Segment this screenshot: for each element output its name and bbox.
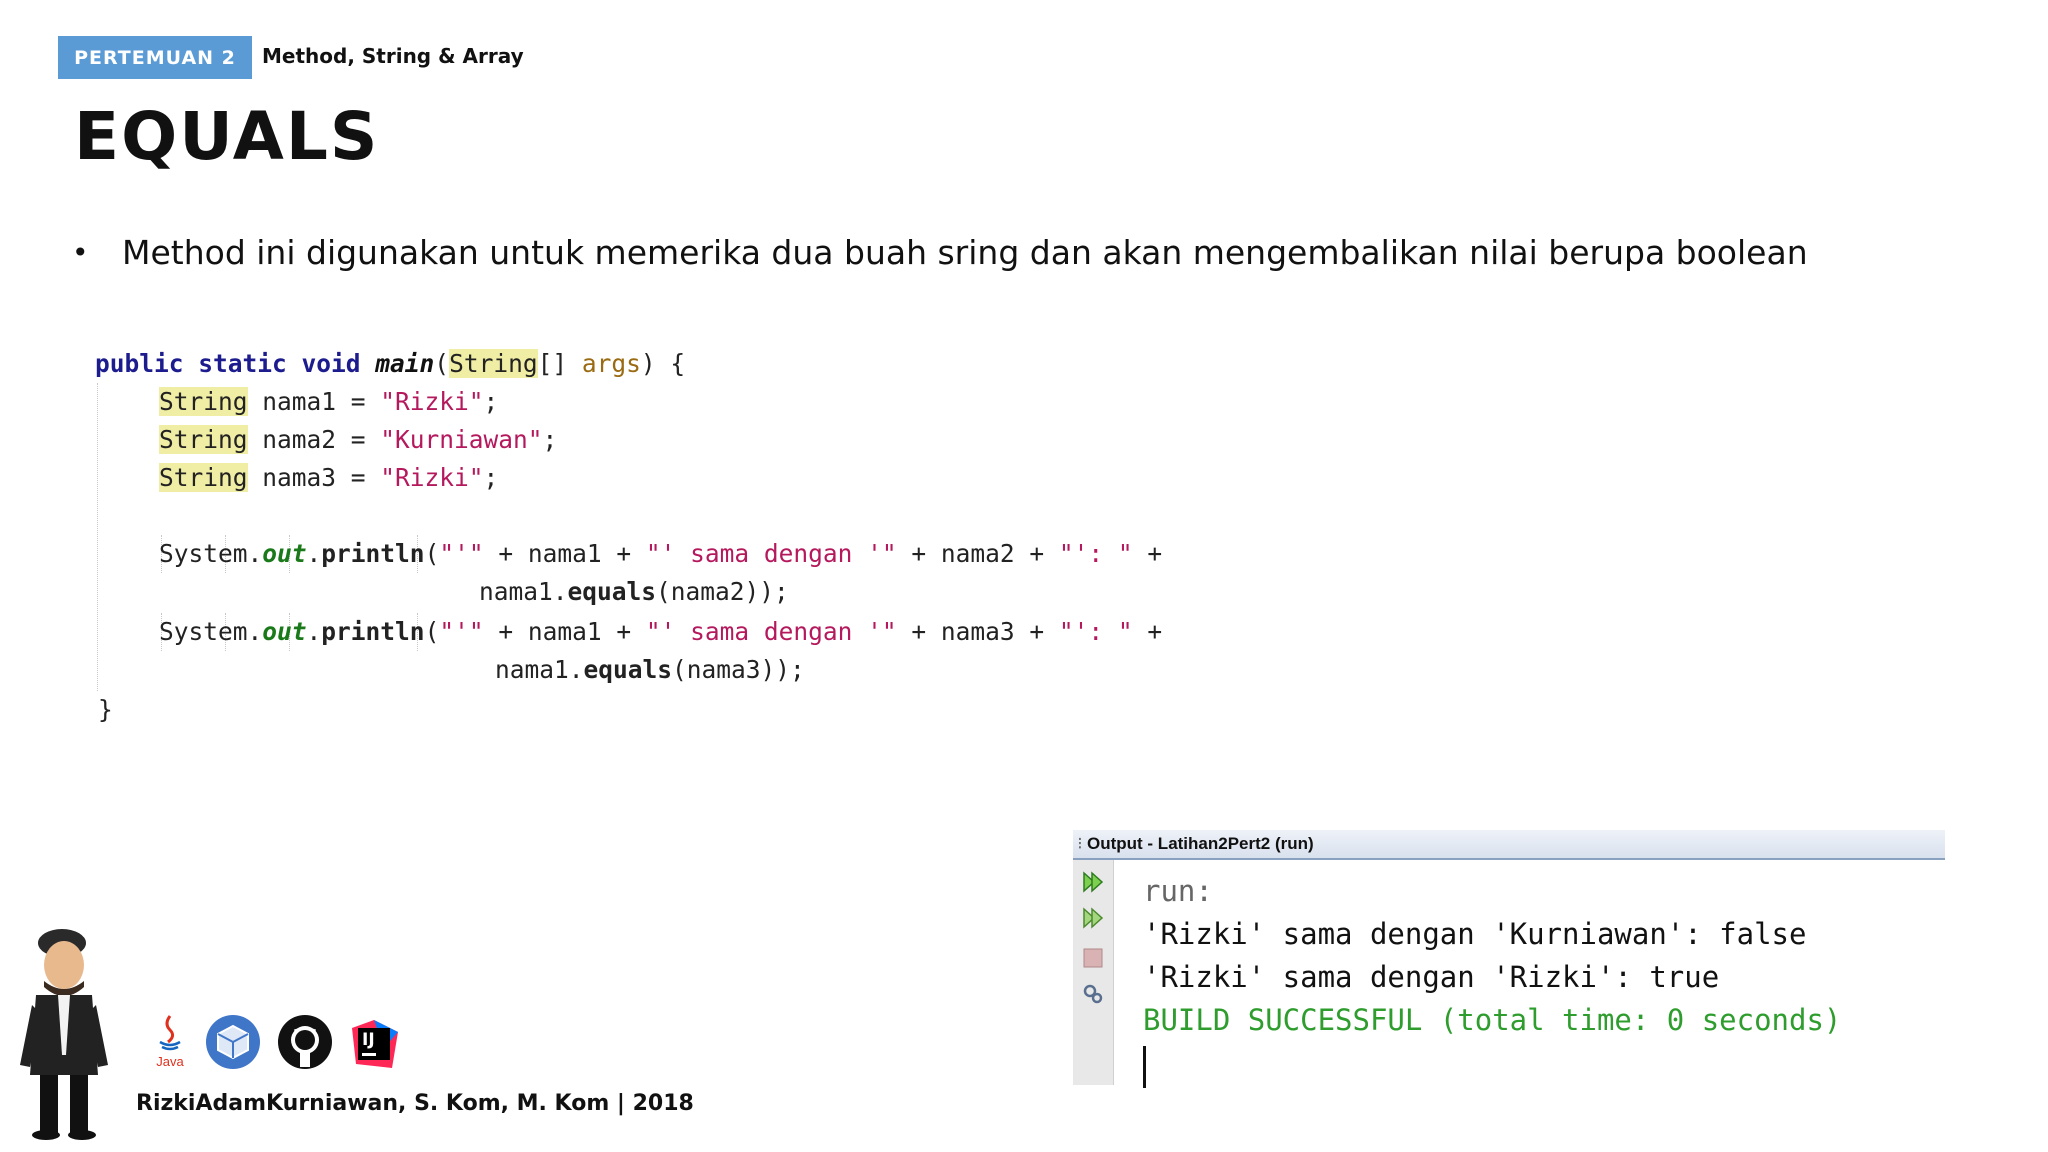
- output-line: 'Rizki' sama dengan 'Kurniawan': false: [1143, 917, 1807, 951]
- code-string: "'": [439, 539, 484, 568]
- code-text: + nama1 +: [483, 617, 646, 646]
- output-text[interactable]: run: 'Rizki' sama dengan 'Kurniawan': fa…: [1143, 870, 1841, 1088]
- code-string: "'": [439, 617, 484, 646]
- code-method: equals: [567, 577, 657, 606]
- java-logo: Java: [150, 1014, 190, 1074]
- code-text: nama3 =: [247, 463, 381, 492]
- code-text: .: [306, 617, 322, 646]
- code-string: "' sama dengan '": [645, 539, 897, 568]
- output-panel-header[interactable]: ⁝ Output - Latihan2Pert2 (run): [1073, 830, 1945, 860]
- code-keyword: public static void: [95, 349, 361, 378]
- code-method: main: [375, 349, 435, 378]
- code-string: "Rizki": [380, 463, 484, 492]
- code-string: "': ": [1058, 617, 1133, 646]
- code-type: String: [159, 425, 248, 454]
- code-line-equals: nama1.equals(nama2));: [479, 573, 789, 611]
- code-text: nama1.: [495, 655, 584, 684]
- java-logo-label: Java: [156, 1054, 184, 1069]
- code-punct: ) {: [640, 349, 686, 378]
- code-text: nama2 =: [247, 425, 381, 454]
- code-punct: []: [537, 349, 582, 378]
- github-logo: [276, 1013, 334, 1075]
- code-line-decl: String nama1 = "Rizki";: [159, 383, 498, 421]
- code-type: String: [449, 349, 538, 378]
- output-toolbar: [1073, 860, 1114, 1085]
- output-line: run:: [1143, 874, 1213, 908]
- code-block: public static void main(String[] args) {…: [95, 345, 1255, 730]
- code-punct: (: [434, 349, 450, 378]
- code-punct: (: [424, 539, 440, 568]
- code-string: "': ": [1058, 539, 1133, 568]
- code-line-println: System.out.println("'" + nama1 + "' sama…: [159, 613, 1162, 651]
- bullet-dot: •: [72, 235, 89, 269]
- indent-guide: [97, 383, 98, 691]
- output-line-build: BUILD SUCCESSFUL (total time: 0 seconds): [1143, 1003, 1842, 1037]
- bullet-point: • Method ini digunakan untuk memerika du…: [72, 230, 1808, 274]
- intellij-logo: IJ: [348, 1018, 400, 1070]
- code-type: String: [159, 463, 248, 492]
- code-text: + nama1 +: [483, 539, 646, 568]
- section-badge: PERTEMUAN 2: [58, 36, 252, 79]
- code-method: equals: [583, 655, 673, 684]
- slide-title: EQUALS: [74, 98, 380, 175]
- code-method: println: [321, 539, 425, 568]
- code-punct: ;: [542, 425, 558, 454]
- virtualbox-logo: [204, 1013, 262, 1075]
- code-punct: ;: [483, 463, 499, 492]
- code-line-decl: String nama3 = "Rizki";: [159, 459, 498, 497]
- presenter-avatar: [14, 925, 114, 1140]
- code-field: out: [262, 539, 307, 568]
- rerun-icon[interactable]: [1081, 870, 1105, 894]
- code-text: (nama3));: [672, 655, 805, 684]
- code-method: println: [321, 617, 425, 646]
- code-string: "Rizki": [380, 387, 484, 416]
- author-credit: RizkiAdamKurniawan, S. Kom, M. Kom | 201…: [136, 1091, 694, 1116]
- code-text: + nama2 +: [896, 539, 1059, 568]
- section-subtitle: Method, String & Array: [262, 44, 524, 68]
- code-text: + nama3 +: [896, 617, 1059, 646]
- code-text: (nama2));: [656, 577, 789, 606]
- code-text: nama1 =: [247, 387, 381, 416]
- code-text: +: [1132, 617, 1163, 646]
- code-string: "' sama dengan '": [645, 617, 897, 646]
- intellij-logo-label: IJ: [362, 1030, 375, 1050]
- code-text: System.: [159, 539, 263, 568]
- code-line-equals: nama1.equals(nama3));: [495, 651, 805, 689]
- rerun-with-params-icon[interactable]: [1081, 906, 1105, 930]
- code-line-decl: String nama2 = "Kurniawan";: [159, 421, 557, 459]
- bullet-text: Method ini digunakan untuk memerika dua …: [122, 232, 1808, 272]
- code-text: +: [1132, 539, 1163, 568]
- code-line-close: }: [98, 695, 113, 724]
- output-panel: ⁝ Output - Latihan2Pert2 (run) run: 'Riz…: [1073, 830, 1945, 1088]
- code-line-main: public static void main(String[] args) {: [95, 345, 685, 383]
- code-field: out: [262, 617, 307, 646]
- code-punct: (: [424, 617, 440, 646]
- drag-grip-icon[interactable]: ⁝: [1073, 834, 1087, 854]
- code-text: .: [306, 539, 322, 568]
- output-line: 'Rizki' sama dengan 'Rizki': true: [1143, 960, 1720, 994]
- tech-logos: Java IJ: [150, 1013, 414, 1075]
- settings-icon[interactable]: [1081, 982, 1105, 1006]
- code-param: args: [581, 349, 641, 378]
- code-line-println: System.out.println("'" + nama1 + "' sama…: [159, 535, 1162, 573]
- code-type: String: [159, 387, 248, 416]
- code-text: nama1.: [479, 577, 568, 606]
- code-string: "Kurniawan": [380, 425, 543, 454]
- stop-icon[interactable]: [1081, 946, 1105, 970]
- output-panel-title: Output - Latihan2Pert2 (run): [1087, 834, 1314, 853]
- text-caret: [1143, 1046, 1146, 1088]
- code-punct: ;: [483, 387, 499, 416]
- code-text: System.: [159, 617, 263, 646]
